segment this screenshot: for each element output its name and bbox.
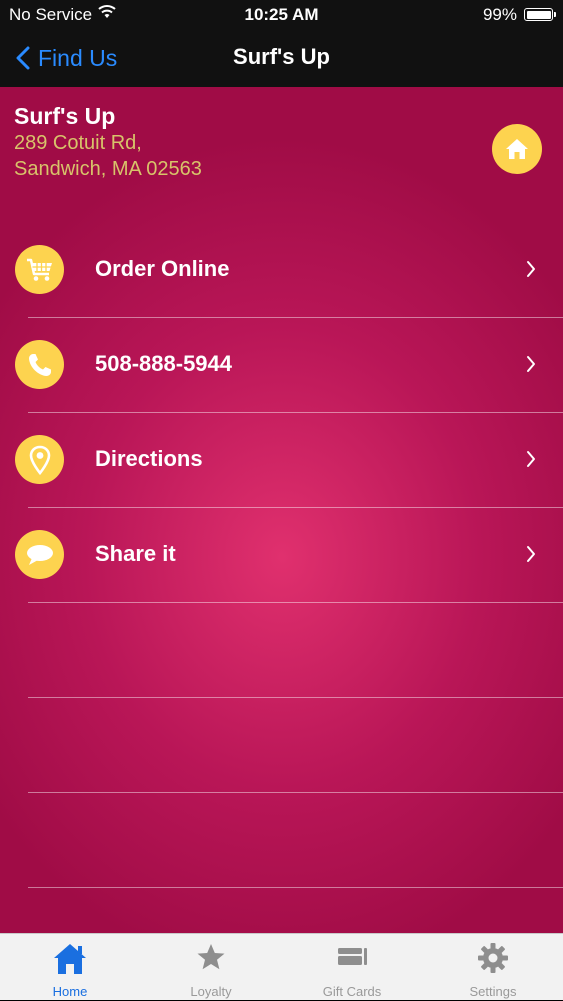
divider	[28, 697, 563, 698]
page-title: Surf's Up	[233, 44, 330, 69]
star-icon	[197, 944, 225, 970]
address-line-2: Sandwich, MA 02563	[14, 158, 202, 180]
menu-item-share[interactable]: Share it	[0, 507, 563, 602]
tab-settings[interactable]: Settings	[423, 934, 563, 1001]
battery-icon	[524, 8, 556, 21]
chevron-right-icon	[527, 261, 535, 277]
cart-icon	[15, 245, 64, 294]
gear-icon	[478, 943, 508, 973]
map-pin-icon	[15, 435, 64, 484]
tab-loyalty[interactable]: Loyalty	[141, 934, 281, 1001]
tab-home[interactable]: Home	[0, 934, 140, 1001]
menu-item-label: 508-888-5944	[95, 351, 233, 376]
tab-bar: Home Loyalty Gift Cards Settings	[0, 933, 563, 1000]
battery-percent: 99%	[482, 5, 517, 24]
address-line-1: 289 Cotuit Rd,	[14, 132, 142, 154]
menu-item-directions[interactable]: Directions	[0, 412, 563, 507]
status-time: 10:25 AM	[244, 5, 319, 24]
tab-gift-cards[interactable]: Gift Cards	[282, 934, 422, 1001]
divider	[28, 602, 563, 603]
gift-cards-icon	[338, 948, 367, 965]
location-detail: Surf's Up 289 Cotuit Rd, Sandwich, MA 02…	[0, 87, 563, 933]
home-icon	[506, 139, 528, 159]
tab-label: Home	[52, 984, 88, 999]
phone-icon	[15, 340, 64, 389]
menu-item-label: Share it	[95, 541, 176, 566]
set-home-location-button[interactable]	[492, 124, 542, 174]
navigation-bar: Find Us Surf's Up	[0, 30, 563, 87]
chevron-right-icon	[527, 451, 535, 467]
menu-item-order-online[interactable]: Order Online	[0, 222, 563, 317]
divider	[28, 887, 563, 888]
home-icon	[54, 944, 86, 974]
status-bar: No Service 10:25 AM 99%	[0, 0, 563, 30]
chevron-right-icon	[527, 356, 535, 372]
chevron-right-icon	[527, 546, 535, 562]
tab-label: Settings	[469, 984, 517, 999]
tab-label: Gift Cards	[322, 984, 382, 999]
menu-item-label: Directions	[95, 446, 203, 471]
menu-item-label: Order Online	[95, 256, 230, 281]
menu-item-phone[interactable]: 508-888-5944	[0, 317, 563, 412]
divider	[28, 792, 563, 793]
tab-label: Loyalty	[190, 984, 232, 999]
speech-bubble-icon	[15, 530, 64, 579]
location-name: Surf's Up	[14, 103, 116, 129]
